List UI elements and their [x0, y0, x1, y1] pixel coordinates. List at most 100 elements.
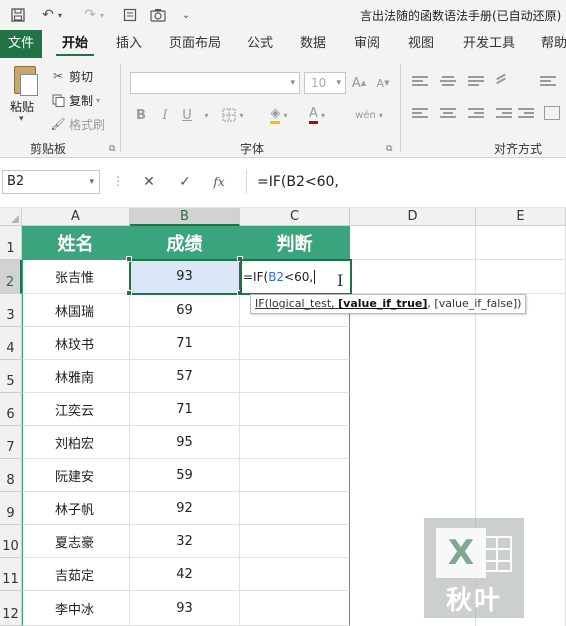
table-cell-name[interactable]: 阮建安: [22, 459, 130, 492]
tab-formulas[interactable]: 公式: [240, 30, 280, 58]
undo-dropdown-icon[interactable]: ▾: [54, 5, 66, 25]
table-cell-name[interactable]: 林雅南: [22, 360, 130, 393]
align-left-icon[interactable]: [412, 108, 428, 122]
name-box[interactable]: B2 ▾: [2, 170, 100, 194]
tab-insert[interactable]: 插入: [108, 30, 150, 58]
format-painter-button[interactable]: 🖌 格式刷: [50, 114, 105, 134]
table-cell-judgement[interactable]: [240, 492, 350, 525]
tab-review[interactable]: 审阅: [346, 30, 388, 58]
table-cell-judgement[interactable]: [240, 525, 350, 558]
row-header-7[interactable]: 7: [0, 426, 22, 459]
cell-e1[interactable]: [476, 226, 566, 260]
confirm-entry-icon[interactable]: ✓: [174, 172, 196, 192]
underline-dropdown-icon[interactable]: ▾: [198, 104, 212, 126]
cut-button[interactable]: ✂ 剪切: [50, 66, 93, 86]
underline-button[interactable]: U: [178, 104, 196, 126]
align-top-icon[interactable]: [412, 76, 428, 90]
cell-e2[interactable]: [476, 260, 566, 294]
table-cell-name[interactable]: 吉茹定: [22, 558, 130, 591]
table-cell-judgement[interactable]: [240, 591, 350, 626]
row-header-12[interactable]: 12: [0, 591, 22, 626]
row-header-2[interactable]: 2: [0, 260, 22, 294]
font-name-dropdown[interactable]: ▾: [130, 72, 300, 94]
table-cell-judgement[interactable]: [240, 558, 350, 591]
table-cell-judgement[interactable]: [240, 459, 350, 492]
font-dialog-launcher-icon[interactable]: ⧉: [386, 144, 392, 154]
copy-dropdown-icon[interactable]: ▾: [96, 96, 100, 105]
font-color-button[interactable]: A ▾: [302, 104, 332, 126]
select-all-button[interactable]: [0, 208, 22, 226]
tab-developer[interactable]: 开发工具: [454, 30, 524, 58]
font-size-dropdown[interactable]: 10 ▾: [304, 72, 346, 94]
wrap-text-icon[interactable]: [540, 76, 556, 90]
table-cell-score[interactable]: 57: [130, 360, 240, 393]
tab-data[interactable]: 数据: [292, 30, 334, 58]
tab-view[interactable]: 视图: [400, 30, 442, 58]
tab-help[interactable]: 帮助: [534, 30, 566, 58]
table-cell-score[interactable]: 93: [130, 260, 240, 294]
insert-function-button[interactable]: fx: [208, 172, 230, 192]
align-middle-icon[interactable]: [440, 76, 456, 90]
cancel-entry-icon[interactable]: ✕: [138, 172, 160, 192]
row-header-5[interactable]: 5: [0, 360, 22, 393]
row-header-10[interactable]: 10: [0, 525, 22, 558]
increase-indent-icon[interactable]: [518, 108, 534, 122]
row-header-11[interactable]: 11: [0, 558, 22, 591]
resize-handle[interactable]: [126, 256, 132, 262]
table-cell-score[interactable]: 59: [130, 459, 240, 492]
tab-home[interactable]: 开始: [52, 30, 98, 58]
copy-button[interactable]: 复制 ▾: [50, 90, 100, 110]
table-cell-score[interactable]: 93: [130, 591, 240, 626]
phonetic-guide-button[interactable]: wén ▾: [352, 104, 386, 126]
row-header-6[interactable]: 6: [0, 393, 22, 426]
table-cell-name[interactable]: 李中冰: [22, 591, 130, 626]
table-cell-judgement[interactable]: [240, 426, 350, 459]
table-cell-score[interactable]: 32: [130, 525, 240, 558]
borders-button[interactable]: ▾: [220, 104, 246, 126]
tab-page-layout[interactable]: 页面布局: [160, 30, 230, 58]
table-cell-score[interactable]: 71: [130, 327, 240, 360]
formula-bar-grip-icon[interactable]: ⋮: [112, 174, 124, 188]
increase-font-size-button[interactable]: A ▲: [348, 72, 370, 94]
table-cell-name[interactable]: 刘柏宏: [22, 426, 130, 459]
save-icon[interactable]: [8, 5, 28, 25]
row-header-1[interactable]: 1: [0, 226, 22, 260]
resize-handle[interactable]: [126, 290, 132, 296]
align-right-icon[interactable]: [468, 108, 484, 122]
column-header-d[interactable]: D: [350, 208, 476, 226]
table-cell-score[interactable]: 92: [130, 492, 240, 525]
table-cell-name[interactable]: 张吉惟: [22, 260, 130, 294]
camera-icon[interactable]: [148, 5, 168, 25]
cell-d2[interactable]: [350, 260, 476, 294]
align-center-icon[interactable]: [440, 108, 456, 122]
column-header-c[interactable]: C: [240, 208, 350, 226]
tab-file[interactable]: 文件: [0, 30, 42, 58]
column-header-a[interactable]: A: [22, 208, 130, 226]
table-cell-name[interactable]: 林国瑞: [22, 294, 130, 327]
cell-d1[interactable]: [350, 226, 476, 260]
print-preview-icon[interactable]: [120, 5, 140, 25]
row-header-8[interactable]: 8: [0, 459, 22, 492]
table-cell-judgement[interactable]: [240, 393, 350, 426]
table-cell-score[interactable]: 95: [130, 426, 240, 459]
align-bottom-icon[interactable]: [468, 76, 484, 90]
table-header-judgement[interactable]: 判断: [240, 226, 350, 260]
formula-input[interactable]: =IF(B2<60,: [246, 170, 564, 194]
function-argument-tooltip[interactable]: IF(logical_test, [value_if_true], [value…: [250, 294, 527, 314]
row-header-9[interactable]: 9: [0, 492, 22, 525]
table-cell-judgement[interactable]: [240, 327, 350, 360]
table-cell-name[interactable]: 林子帆: [22, 492, 130, 525]
table-cell-judgement[interactable]: [240, 360, 350, 393]
row-header-4[interactable]: 4: [0, 327, 22, 360]
table-cell-score[interactable]: 42: [130, 558, 240, 591]
table-header-name[interactable]: 姓名: [22, 226, 130, 260]
cell-c2-editor[interactable]: =IF(B2 <60,: [240, 259, 352, 295]
column-header-e[interactable]: E: [476, 208, 566, 226]
row-header-3[interactable]: 3: [0, 294, 22, 327]
decrease-font-size-button[interactable]: A ▼: [372, 72, 394, 94]
italic-button[interactable]: I: [156, 104, 174, 126]
table-header-score[interactable]: 成绩: [130, 226, 240, 260]
table-cell-name[interactable]: 林玟书: [22, 327, 130, 360]
table-cell-name[interactable]: 江奕云: [22, 393, 130, 426]
decrease-indent-icon[interactable]: [496, 108, 512, 122]
